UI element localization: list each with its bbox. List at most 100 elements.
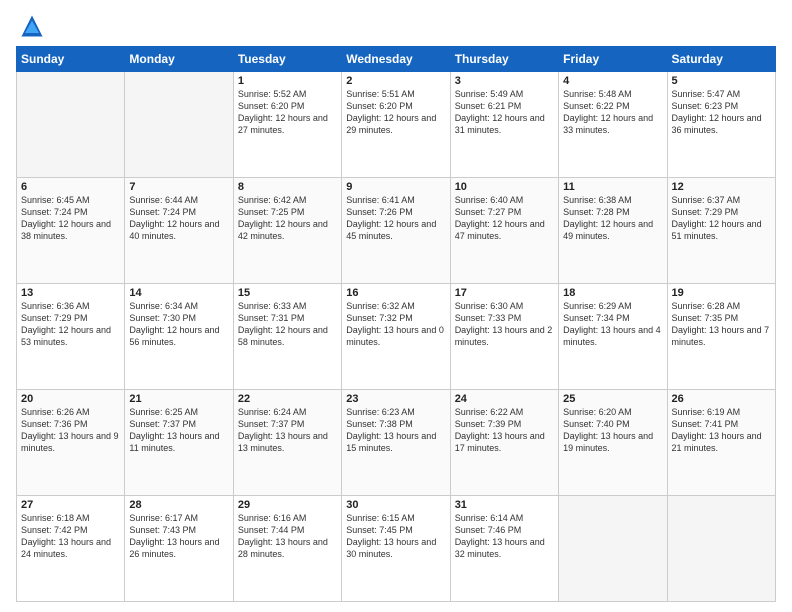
day-number: 11	[563, 181, 662, 193]
calendar-cell: 31Sunrise: 6:14 AMSunset: 7:46 PMDayligh…	[450, 496, 558, 602]
day-number: 18	[563, 287, 662, 299]
day-number: 29	[238, 499, 337, 511]
cell-info: Sunrise: 6:14 AMSunset: 7:46 PMDaylight:…	[455, 512, 554, 561]
calendar-cell: 8Sunrise: 6:42 AMSunset: 7:25 PMDaylight…	[233, 178, 341, 284]
calendar-cell: 14Sunrise: 6:34 AMSunset: 7:30 PMDayligh…	[125, 284, 233, 390]
calendar-cell: 3Sunrise: 5:49 AMSunset: 6:21 PMDaylight…	[450, 72, 558, 178]
cell-info: Sunrise: 6:37 AMSunset: 7:29 PMDaylight:…	[672, 194, 771, 243]
calendar-table: SundayMondayTuesdayWednesdayThursdayFrid…	[16, 46, 776, 602]
day-number: 9	[346, 181, 445, 193]
calendar-cell: 17Sunrise: 6:30 AMSunset: 7:33 PMDayligh…	[450, 284, 558, 390]
calendar-cell: 29Sunrise: 6:16 AMSunset: 7:44 PMDayligh…	[233, 496, 341, 602]
calendar-cell: 2Sunrise: 5:51 AMSunset: 6:20 PMDaylight…	[342, 72, 450, 178]
cell-info: Sunrise: 6:19 AMSunset: 7:41 PMDaylight:…	[672, 406, 771, 455]
page: SundayMondayTuesdayWednesdayThursdayFrid…	[0, 0, 792, 612]
day-number: 24	[455, 393, 554, 405]
calendar-cell: 5Sunrise: 5:47 AMSunset: 6:23 PMDaylight…	[667, 72, 775, 178]
calendar-cell: 22Sunrise: 6:24 AMSunset: 7:37 PMDayligh…	[233, 390, 341, 496]
cell-info: Sunrise: 6:32 AMSunset: 7:32 PMDaylight:…	[346, 300, 445, 349]
cell-info: Sunrise: 5:49 AMSunset: 6:21 PMDaylight:…	[455, 88, 554, 137]
day-number: 28	[129, 499, 228, 511]
weekday-header: Thursday	[450, 47, 558, 72]
calendar-cell: 13Sunrise: 6:36 AMSunset: 7:29 PMDayligh…	[17, 284, 125, 390]
weekday-header: Monday	[125, 47, 233, 72]
cell-info: Sunrise: 6:24 AMSunset: 7:37 PMDaylight:…	[238, 406, 337, 455]
calendar-cell: 19Sunrise: 6:28 AMSunset: 7:35 PMDayligh…	[667, 284, 775, 390]
day-number: 7	[129, 181, 228, 193]
day-number: 23	[346, 393, 445, 405]
cell-info: Sunrise: 6:45 AMSunset: 7:24 PMDaylight:…	[21, 194, 120, 243]
day-number: 20	[21, 393, 120, 405]
day-number: 8	[238, 181, 337, 193]
cell-info: Sunrise: 6:28 AMSunset: 7:35 PMDaylight:…	[672, 300, 771, 349]
day-number: 5	[672, 75, 771, 87]
day-number: 25	[563, 393, 662, 405]
cell-info: Sunrise: 6:17 AMSunset: 7:43 PMDaylight:…	[129, 512, 228, 561]
weekday-header: Saturday	[667, 47, 775, 72]
logo	[16, 12, 48, 40]
calendar-cell: 28Sunrise: 6:17 AMSunset: 7:43 PMDayligh…	[125, 496, 233, 602]
calendar-cell: 4Sunrise: 5:48 AMSunset: 6:22 PMDaylight…	[559, 72, 667, 178]
day-number: 6	[21, 181, 120, 193]
day-number: 31	[455, 499, 554, 511]
cell-info: Sunrise: 5:47 AMSunset: 6:23 PMDaylight:…	[672, 88, 771, 137]
calendar-cell: 1Sunrise: 5:52 AMSunset: 6:20 PMDaylight…	[233, 72, 341, 178]
calendar-cell: 7Sunrise: 6:44 AMSunset: 7:24 PMDaylight…	[125, 178, 233, 284]
day-number: 14	[129, 287, 228, 299]
day-number: 1	[238, 75, 337, 87]
day-number: 22	[238, 393, 337, 405]
day-number: 17	[455, 287, 554, 299]
cell-info: Sunrise: 6:26 AMSunset: 7:36 PMDaylight:…	[21, 406, 120, 455]
day-number: 10	[455, 181, 554, 193]
cell-info: Sunrise: 6:16 AMSunset: 7:44 PMDaylight:…	[238, 512, 337, 561]
cell-info: Sunrise: 6:40 AMSunset: 7:27 PMDaylight:…	[455, 194, 554, 243]
cell-info: Sunrise: 6:33 AMSunset: 7:31 PMDaylight:…	[238, 300, 337, 349]
cell-info: Sunrise: 6:41 AMSunset: 7:26 PMDaylight:…	[346, 194, 445, 243]
day-number: 3	[455, 75, 554, 87]
day-number: 4	[563, 75, 662, 87]
calendar-cell	[667, 496, 775, 602]
cell-info: Sunrise: 6:38 AMSunset: 7:28 PMDaylight:…	[563, 194, 662, 243]
calendar-cell: 21Sunrise: 6:25 AMSunset: 7:37 PMDayligh…	[125, 390, 233, 496]
calendar-cell: 9Sunrise: 6:41 AMSunset: 7:26 PMDaylight…	[342, 178, 450, 284]
calendar-cell: 27Sunrise: 6:18 AMSunset: 7:42 PMDayligh…	[17, 496, 125, 602]
weekday-header: Sunday	[17, 47, 125, 72]
calendar-cell: 18Sunrise: 6:29 AMSunset: 7:34 PMDayligh…	[559, 284, 667, 390]
calendar-cell: 12Sunrise: 6:37 AMSunset: 7:29 PMDayligh…	[667, 178, 775, 284]
cell-info: Sunrise: 6:29 AMSunset: 7:34 PMDaylight:…	[563, 300, 662, 349]
header	[16, 12, 776, 40]
day-number: 12	[672, 181, 771, 193]
calendar-cell	[17, 72, 125, 178]
cell-info: Sunrise: 6:23 AMSunset: 7:38 PMDaylight:…	[346, 406, 445, 455]
cell-info: Sunrise: 6:44 AMSunset: 7:24 PMDaylight:…	[129, 194, 228, 243]
weekday-header: Friday	[559, 47, 667, 72]
cell-info: Sunrise: 5:51 AMSunset: 6:20 PMDaylight:…	[346, 88, 445, 137]
day-number: 21	[129, 393, 228, 405]
calendar-cell: 20Sunrise: 6:26 AMSunset: 7:36 PMDayligh…	[17, 390, 125, 496]
day-number: 30	[346, 499, 445, 511]
calendar-cell: 15Sunrise: 6:33 AMSunset: 7:31 PMDayligh…	[233, 284, 341, 390]
calendar-cell: 23Sunrise: 6:23 AMSunset: 7:38 PMDayligh…	[342, 390, 450, 496]
day-number: 13	[21, 287, 120, 299]
cell-info: Sunrise: 6:34 AMSunset: 7:30 PMDaylight:…	[129, 300, 228, 349]
calendar-cell: 25Sunrise: 6:20 AMSunset: 7:40 PMDayligh…	[559, 390, 667, 496]
cell-info: Sunrise: 6:42 AMSunset: 7:25 PMDaylight:…	[238, 194, 337, 243]
day-number: 19	[672, 287, 771, 299]
day-number: 15	[238, 287, 337, 299]
cell-info: Sunrise: 5:48 AMSunset: 6:22 PMDaylight:…	[563, 88, 662, 137]
calendar-cell	[559, 496, 667, 602]
calendar-cell: 11Sunrise: 6:38 AMSunset: 7:28 PMDayligh…	[559, 178, 667, 284]
calendar-cell: 24Sunrise: 6:22 AMSunset: 7:39 PMDayligh…	[450, 390, 558, 496]
calendar-cell	[125, 72, 233, 178]
day-number: 26	[672, 393, 771, 405]
day-number: 27	[21, 499, 120, 511]
cell-info: Sunrise: 6:20 AMSunset: 7:40 PMDaylight:…	[563, 406, 662, 455]
calendar-cell: 30Sunrise: 6:15 AMSunset: 7:45 PMDayligh…	[342, 496, 450, 602]
cell-info: Sunrise: 6:25 AMSunset: 7:37 PMDaylight:…	[129, 406, 228, 455]
calendar-cell: 16Sunrise: 6:32 AMSunset: 7:32 PMDayligh…	[342, 284, 450, 390]
weekday-header: Tuesday	[233, 47, 341, 72]
cell-info: Sunrise: 6:22 AMSunset: 7:39 PMDaylight:…	[455, 406, 554, 455]
calendar-cell: 10Sunrise: 6:40 AMSunset: 7:27 PMDayligh…	[450, 178, 558, 284]
cell-info: Sunrise: 6:36 AMSunset: 7:29 PMDaylight:…	[21, 300, 120, 349]
cell-info: Sunrise: 5:52 AMSunset: 6:20 PMDaylight:…	[238, 88, 337, 137]
